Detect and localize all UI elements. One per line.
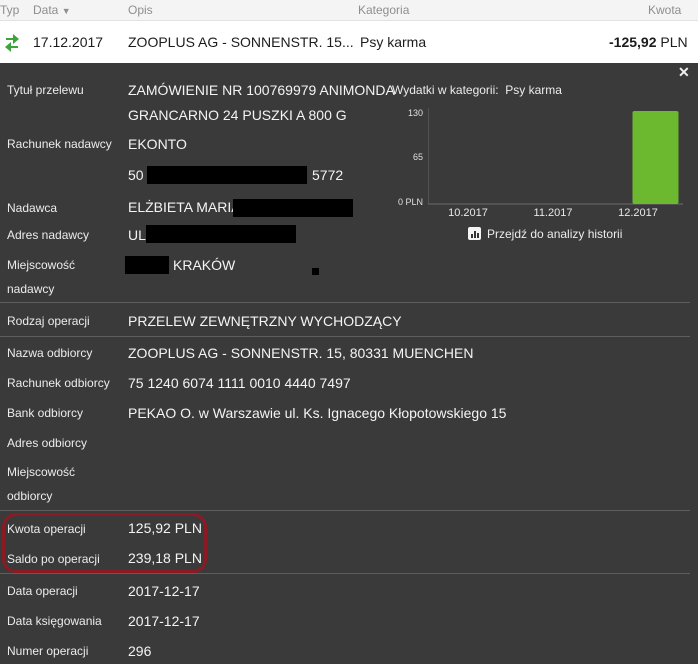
y-tick-label: 130: [407, 108, 423, 118]
operation-type-value: PRZELEW ZEWNĘTRZNY WYCHODZĄCY: [128, 313, 402, 329]
chart-category: Psy karma: [505, 83, 562, 97]
sender-city-label-2: nadawcy: [7, 282, 55, 296]
transaction-category[interactable]: Psy karma: [360, 34, 426, 50]
recipient-name-value: ZOOPLUS AG - SONNENSTR. 15, 80331 MUENCH…: [128, 345, 474, 361]
recipient-account-value: 75 1240 6074 1111 0010 4440 7497: [128, 375, 351, 391]
x-tick-label: 11.2017: [533, 207, 573, 219]
y-tick-label: 0 PLN: [397, 197, 423, 207]
recipient-city-label-1: Miejscowość: [7, 465, 76, 479]
amount-currency: PLN: [660, 34, 688, 50]
amount-value: -125,92: [609, 34, 657, 50]
sender-city-label-1: Miejscowość: [7, 258, 76, 272]
header-date[interactable]: Data ▼: [33, 3, 71, 17]
x-tick-label: 12.2017: [618, 207, 658, 219]
divider: [0, 302, 690, 303]
redaction-bar: [147, 166, 307, 184]
header-type[interactable]: Typ: [0, 3, 19, 17]
title-line-2: GRANCARNO 24 PUSZKI A 800 G: [128, 107, 347, 123]
operation-number-label: Numer operacji: [7, 644, 89, 658]
divider: [0, 336, 690, 337]
transaction-row[interactable]: 17.12.2017 ZOOPLUS AG - SONNENSTR. 15...…: [0, 21, 698, 63]
chart-label: Wydatki w kategorii:: [392, 83, 499, 97]
history-analysis-link[interactable]: Przejdź do analizy historii: [468, 227, 622, 241]
transaction-amount: -125,92 PLN: [609, 34, 688, 50]
y-tick-label: 65: [412, 152, 423, 162]
title-label: Tytuł przelewu: [7, 83, 84, 97]
history-link-label: Przejdź do analizy historii: [487, 227, 623, 241]
sender-city-value: KRAKÓW: [173, 257, 236, 273]
bar-chart-icon: [468, 227, 481, 240]
title-line-1: ZAMÓWIENIE NR 100769979 ANIMONDA: [128, 82, 395, 98]
redaction-bar: [233, 199, 353, 217]
header-amount[interactable]: Kwota: [648, 3, 681, 17]
booking-date-value: 2017-12-17: [128, 613, 200, 629]
table-header: Typ Data ▼ Opis Kategoria Kwota: [0, 0, 698, 21]
chart-title: Wydatki w kategorii: Psy karma: [392, 83, 562, 97]
recipient-bank-label: Bank odbiorcy: [7, 406, 84, 420]
x-tick-label: 10.2017: [448, 207, 488, 219]
sender-account-label: Rachunek nadawcy: [7, 137, 112, 151]
header-description[interactable]: Opis: [128, 3, 153, 17]
spending-chart: [428, 108, 683, 205]
header-category[interactable]: Kategoria: [358, 3, 409, 17]
redaction-bar: [146, 225, 296, 243]
operation-type-label: Rodzaj operacji: [7, 314, 90, 328]
recipient-name-label: Nazwa odbiorcy: [7, 346, 93, 360]
chart-bar: [632, 110, 679, 204]
close-icon[interactable]: ✕: [678, 64, 690, 81]
recipient-bank-value: PEKAO O. w Warszawie ul. Ks. Ignacego Kł…: [128, 405, 507, 421]
header-date-label: Data: [33, 3, 59, 17]
recipient-account-label: Rachunek odbiorcy: [7, 376, 110, 390]
divider: [0, 510, 690, 511]
sender-account-suffix: 5772: [312, 167, 344, 183]
operation-date-label: Data operacji: [7, 584, 78, 598]
sort-down-icon: ▼: [61, 6, 71, 16]
redaction-bar: [125, 256, 169, 274]
operation-date-value: 2017-12-17: [128, 583, 200, 599]
recipient-city-label-2: odbiorcy: [7, 489, 53, 503]
redaction-bar: [312, 268, 319, 275]
sender-account-name: EKONTO: [128, 136, 187, 152]
transaction-date: 17.12.2017: [33, 34, 104, 50]
recipient-address-label: Adres odbiorcy: [7, 436, 88, 450]
sender-label: Nadawca: [7, 201, 58, 215]
transaction-description: ZOOPLUS AG - SONNENSTR. 15...: [128, 34, 354, 50]
sender-address-label: Adres nadawcy: [7, 228, 90, 242]
transaction-details-panel: ✕ Tytuł przelewu ZAMÓWIENIE NR 100769979…: [0, 63, 698, 664]
divider: [0, 573, 690, 574]
booking-date-label: Data księgowania: [7, 614, 102, 628]
sender-account-prefix: 50: [128, 167, 144, 183]
transfer-arrows-icon: [4, 32, 20, 55]
highlight-outline: [2, 513, 207, 573]
operation-number-value: 296: [128, 643, 152, 659]
